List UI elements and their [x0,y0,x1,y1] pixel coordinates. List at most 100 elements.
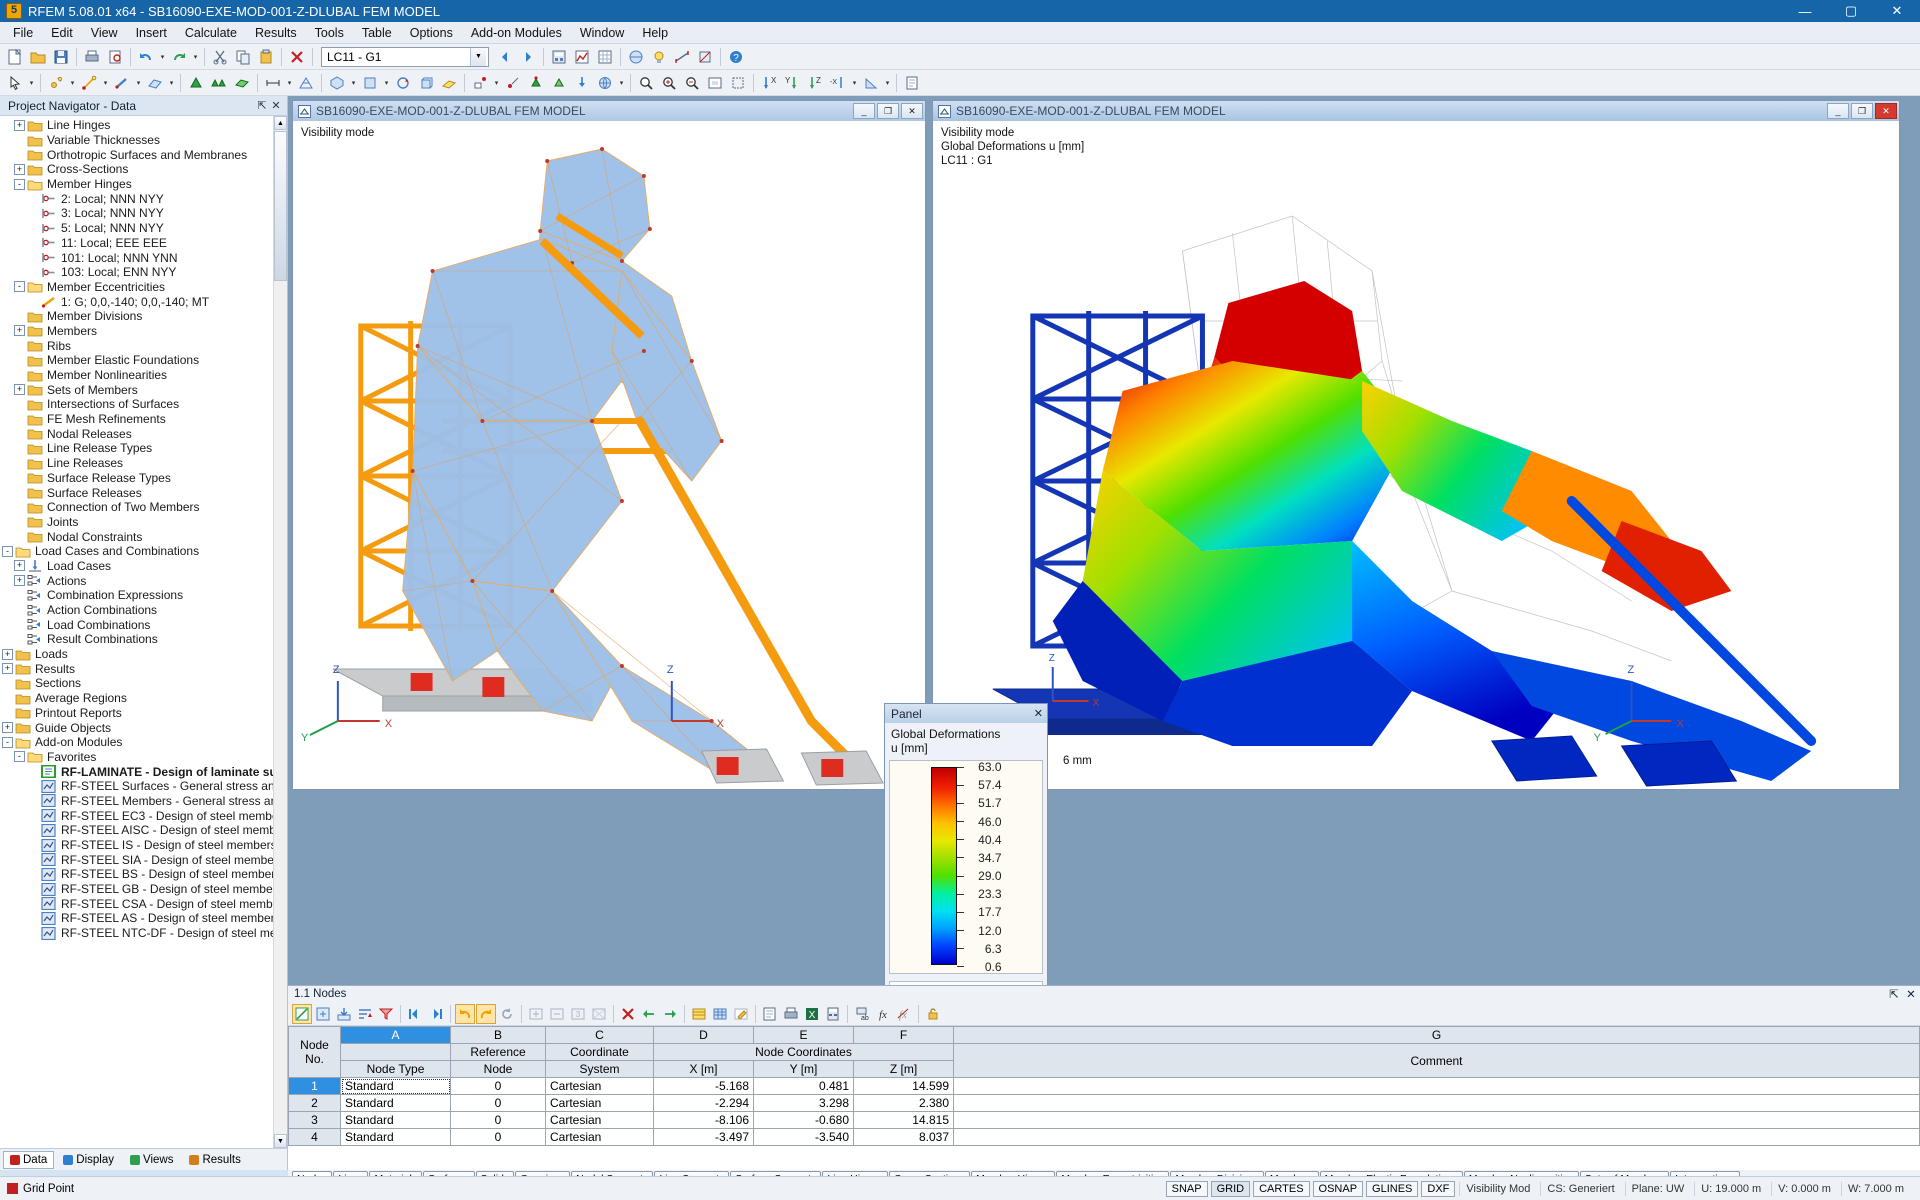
table-grid-blue-icon[interactable] [710,1004,730,1024]
open-icon[interactable] [27,46,49,68]
support-set2-icon[interactable] [548,72,570,94]
axis-x-icon[interactable]: X [758,72,780,94]
scroll-thumb[interactable] [274,131,287,281]
dimension-icon[interactable] [262,72,284,94]
cut-icon[interactable] [209,46,231,68]
tree-item-connection-of-two-members[interactable]: Connection of Two Members [0,500,273,515]
tree-item-rf-steel-ntc-df-design-of-steel-members-ac[interactable]: RF-STEEL NTC-DF - Design of steel member… [0,926,273,941]
table-clearall-icon[interactable] [589,1004,609,1024]
menu-item-help[interactable]: Help [633,23,677,43]
tree-item-intersections-of-surfaces[interactable]: Intersections of Surfaces [0,397,273,412]
table-cell-y[interactable]: 0.481 [753,1077,854,1095]
tree-item-load-combinations[interactable]: Load Combinations [0,617,273,632]
viewport-right-minimize[interactable]: _ [1827,103,1849,119]
navigator-tab-views[interactable]: Views [123,1151,180,1169]
menu-item-view[interactable]: View [82,23,127,43]
grid-icon[interactable] [594,46,616,68]
table-excel-icon[interactable]: X [802,1004,822,1024]
collapse-icon[interactable]: - [2,736,13,748]
node-table-grid[interactable]: Node No. A B C D E F G Reference Coordinate Node Co… [288,1026,1920,1170]
viewport-left-close[interactable]: ✕ [901,103,923,119]
expand-icon[interactable]: + [2,663,13,675]
table-column-letter-b[interactable]: B [450,1026,546,1044]
expand-icon[interactable]: + [14,163,25,175]
scroll-down-icon[interactable]: ▼ [274,1134,287,1148]
pointer-icon[interactable] [4,72,26,94]
table-cell-node-type[interactable]: Standard [340,1094,451,1112]
tree-item-nodal-releases[interactable]: Nodal Releases [0,426,273,441]
table-delete-row-icon[interactable] [547,1004,567,1024]
panel-close-icon[interactable]: ✕ [1034,707,1043,720]
tree-item-rf-steel-as-design-of-steel-members-accord[interactable]: RF-STEEL AS - Design of steel members ac… [0,911,273,926]
tree-item-joints[interactable]: Joints [0,515,273,530]
status-toggle-grid[interactable]: GRID [1210,1180,1251,1197]
new-member-icon[interactable] [111,72,133,94]
navigator-tree[interactable]: + Line Hinges Variable Thicknesses Orthotro… [0,116,273,1148]
tree-item-result-combinations[interactable]: Result Combinations [0,632,273,647]
dimension-dropdown-icon[interactable]: ▾ [285,72,294,94]
tree-item-action-combinations[interactable]: Action Combinations [0,603,273,618]
tree-item-variable-thicknesses[interactable]: Variable Thicknesses [0,133,273,148]
tree-item-sections[interactable]: Sections [0,676,273,691]
new-surface-icon[interactable] [144,72,166,94]
tree-item-actions[interactable]: + Actions [0,573,273,588]
table-row-number[interactable]: 3 [288,1111,341,1129]
table-cell-comment[interactable] [953,1077,1920,1095]
status-toggle-snap[interactable]: SNAP [1165,1180,1208,1197]
load-case-combo[interactable]: LC11 - G1 ▼ [321,46,489,67]
table-cell-comment[interactable] [953,1094,1920,1112]
table-redo-icon[interactable] [476,1003,496,1024]
menu-item-insert[interactable]: Insert [127,23,176,43]
tree-item-11-local-eee-eee[interactable]: 11: Local; EEE EEE [0,236,273,251]
table-cell-y[interactable]: -3.540 [753,1128,854,1146]
pin-icon[interactable]: ⇱ [255,99,269,112]
table-grid-yellow-icon[interactable] [689,1004,709,1024]
status-toggle-dxf[interactable]: DXF [1421,1180,1456,1197]
table-lock-icon[interactable] [923,1004,943,1024]
table-cell-y[interactable]: 3.298 [753,1094,854,1112]
menu-item-tools[interactable]: Tools [306,23,353,43]
table-function-icon[interactable]: fx [873,1004,893,1024]
table-remove-left-icon[interactable] [639,1004,659,1024]
navigator-tab-data[interactable]: Data [3,1150,55,1169]
tree-item-guide-objects[interactable]: + Guide Objects [0,720,273,735]
tree-item-sets-of-members[interactable]: + Sets of Members [0,382,273,397]
axis-dropdown-icon[interactable]: ▾ [850,72,859,94]
globe-dropdown-icon[interactable]: ▾ [617,72,626,94]
viewport-right-canvas[interactable]: Visibility mode Global Deformations u [m… [933,121,1899,789]
table-insert-row-icon[interactable] [526,1004,546,1024]
table-next-icon[interactable] [426,1004,446,1024]
table-cell-x[interactable]: -5.168 [653,1077,754,1095]
tree-item-favorites[interactable]: - Favorites [0,750,273,765]
new-node-icon[interactable] [45,72,67,94]
tree-item-member-hinges[interactable]: - Member Hinges [0,177,273,192]
snap-node-icon[interactable] [502,72,524,94]
table-cell-coordinate-system[interactable]: Cartesian [545,1077,654,1095]
view-iso-icon[interactable] [326,72,348,94]
table-import-icon[interactable] [334,1004,354,1024]
tree-item-rf-steel-csa-design-of-steel-members-accor[interactable]: RF-STEEL CSA - Design of steel members a… [0,896,273,911]
table-cell-coordinate-system[interactable]: Cartesian [545,1094,654,1112]
table-delete-icon[interactable] [618,1004,638,1024]
table-report-icon[interactable] [760,1004,780,1024]
menu-item-options[interactable]: Options [401,23,462,43]
table-number-icon[interactable]: 3 [568,1004,588,1024]
tree-item-surface-release-types[interactable]: Surface Release Types [0,471,273,486]
table-fill-icon[interactable] [313,1004,333,1024]
table-function-off-icon[interactable]: fx [894,1004,914,1024]
view-front-icon[interactable] [359,72,381,94]
tree-item-rf-steel-ec3-design-of-steel-members-accor[interactable]: RF-STEEL EC3 - Design of steel members a… [0,808,273,823]
tree-item-orthotropic-surfaces-and-membranes[interactable]: Orthotropic Surfaces and Membranes [0,147,273,162]
zoom-all-icon[interactable] [704,72,726,94]
navigator-tab-results[interactable]: Results [182,1151,247,1169]
view-dropdown-icon[interactable]: ▾ [349,72,358,94]
help-icon[interactable]: ? [725,46,747,68]
menu-item-add-on-modules[interactable]: Add-on Modules [462,23,571,43]
menu-item-calculate[interactable]: Calculate [176,23,246,43]
measure-icon[interactable] [671,46,693,68]
tree-item-member-eccentricities[interactable]: - Member Eccentricities [0,280,273,295]
node-dropdown-icon[interactable]: ▾ [68,72,77,94]
table-cell-reference-node[interactable]: 0 [450,1111,546,1129]
table-cell-node-type[interactable]: Standard [340,1128,451,1146]
viewport-left[interactable]: SB16090-EXE-MOD-001-Z-DLUBAL FEM MODEL _… [292,100,926,790]
